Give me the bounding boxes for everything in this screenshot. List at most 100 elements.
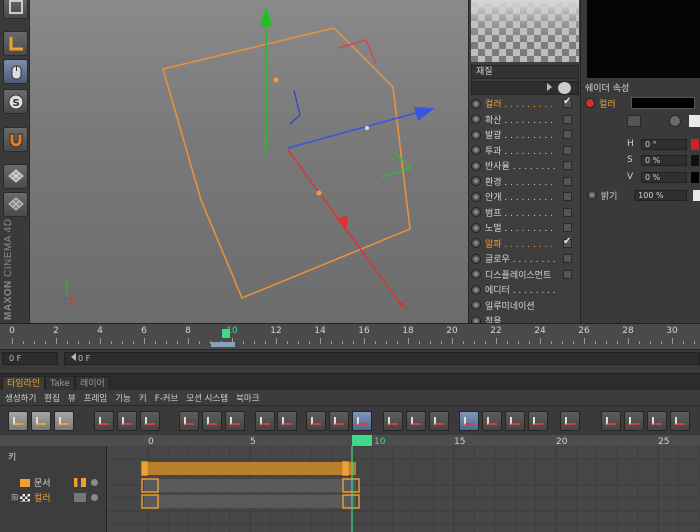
sync-button[interactable]: [670, 411, 690, 431]
menu-item[interactable]: 프레임: [84, 392, 107, 404]
color-picker-icon[interactable]: [627, 115, 641, 127]
record-key-button[interactable]: [179, 411, 199, 431]
auto-tangent-button[interactable]: [560, 411, 580, 431]
ease-in-button[interactable]: [383, 411, 403, 431]
edge-handle[interactable]: [316, 190, 322, 196]
track-dot-icon[interactable]: [91, 479, 98, 486]
brightness-slider[interactable]: [693, 189, 700, 201]
track-dot-icon[interactable]: [91, 494, 98, 501]
channel-checkbox[interactable]: [563, 114, 572, 124]
ruler-playhead[interactable]: [222, 329, 230, 338]
menu-item[interactable]: 키: [139, 392, 147, 404]
channel-radio-icon[interactable]: [471, 253, 481, 264]
overshoot-button[interactable]: [624, 411, 644, 431]
channel-row[interactable]: 디스플레이스먼트: [469, 267, 581, 282]
channel-radio-icon[interactable]: [471, 145, 481, 155]
channel-radio-icon[interactable]: [471, 284, 481, 295]
channel-radio-icon[interactable]: [471, 129, 481, 140]
saturation-slider[interactable]: [691, 154, 699, 166]
channel-radio-icon[interactable]: [471, 114, 481, 124]
timeline-tab[interactable]: Take: [45, 376, 75, 391]
material-name-field[interactable]: 재질: [471, 65, 579, 79]
channel-checkbox[interactable]: [563, 145, 572, 155]
channel-checkbox[interactable]: [563, 161, 572, 170]
color-swatch[interactable]: [631, 97, 695, 109]
channel-radio-icon[interactable]: [471, 98, 481, 109]
menu-item[interactable]: 북마크: [236, 392, 259, 404]
value-slider[interactable]: [691, 171, 699, 183]
channel-row[interactable]: 발광 . . . . . . . . .: [469, 127, 581, 142]
timeline-ruler[interactable]: 0 2 4 6 8 10 12 14 16 18 20 22 24 26 28 30: [0, 323, 700, 349]
channel-radio-icon[interactable]: [471, 222, 481, 233]
channel-row[interactable]: 글로우 . . . . . . . .: [469, 251, 581, 266]
keyframe-area[interactable]: [107, 446, 700, 532]
brightness-radio-icon[interactable]: [587, 190, 597, 200]
channel-checkbox[interactable]: [563, 223, 572, 232]
workplane-grid-button[interactable]: [3, 164, 28, 189]
menu-item[interactable]: 모션 시스템: [186, 392, 228, 404]
channel-checkbox[interactable]: [563, 96, 572, 108]
track-range-bar[interactable]: [144, 462, 356, 475]
channel-checkbox[interactable]: [563, 207, 572, 217]
dopesheet-mode-button[interactable]: [54, 411, 74, 431]
track-toggle-icon[interactable]: [74, 478, 86, 487]
hue-field[interactable]: 0 °: [641, 138, 687, 150]
preview-range-marker[interactable]: [211, 342, 235, 347]
channel-row[interactable]: 안개 . . . . . . . . .: [469, 189, 581, 204]
keyframe[interactable]: [342, 461, 349, 476]
menu-item[interactable]: 기능: [115, 392, 131, 404]
expand-icon[interactable]: ⊞: [11, 493, 20, 503]
channel-checkbox[interactable]: [563, 176, 572, 186]
ease-out-button[interactable]: [406, 411, 426, 431]
ease-both-button[interactable]: [429, 411, 449, 431]
cursor-icon[interactable]: [558, 82, 571, 94]
add-key-button[interactable]: [202, 411, 222, 431]
ripple-button[interactable]: [140, 411, 160, 431]
menu-item[interactable]: 생성하기: [5, 392, 36, 404]
zero-button[interactable]: [277, 411, 297, 431]
tangent-lock-button[interactable]: [505, 411, 525, 431]
delete-key-button[interactable]: [225, 411, 245, 431]
channel-row[interactable]: 환경 . . . . . . . . .: [469, 174, 581, 189]
tangent-break-button[interactable]: [528, 411, 548, 431]
channel-row[interactable]: 확산 . . . . . . . . .: [469, 112, 581, 127]
channel-radio-icon[interactable]: [471, 300, 481, 310]
fcurve-view-button[interactable]: [94, 411, 114, 431]
z-axis-arrow[interactable]: [336, 216, 348, 231]
clamp-button[interactable]: [601, 411, 621, 431]
end-frame-field[interactable]: 0 F: [64, 352, 700, 365]
weighted-button[interactable]: [647, 411, 667, 431]
edge-handle[interactable]: [273, 77, 279, 83]
track-row-material[interactable]: ⊞ 컬러: [0, 491, 107, 504]
motion-view-button[interactable]: [117, 411, 137, 431]
channel-radio-icon[interactable]: [471, 238, 481, 248]
workplane-lock-button[interactable]: [3, 192, 28, 217]
keyframe[interactable]: [141, 461, 148, 476]
x-axis-arrow[interactable]: [414, 107, 435, 121]
timeline-tab[interactable]: 레이어: [75, 376, 110, 391]
link-button[interactable]: [255, 411, 275, 431]
menu-item[interactable]: F-커브: [155, 392, 179, 404]
menu-item[interactable]: 뷰: [68, 392, 76, 404]
shader-color-row[interactable]: 컬러: [585, 96, 700, 110]
play-triangle-icon[interactable]: [547, 83, 552, 91]
key-mode-button[interactable]: [8, 411, 28, 431]
step-interp-button[interactable]: [329, 411, 349, 431]
channel-radio-icon[interactable]: [471, 191, 481, 202]
model-tool-button[interactable]: [3, 0, 28, 19]
start-frame-field[interactable]: 0 F: [2, 352, 58, 365]
snap-button[interactable]: S: [3, 89, 28, 114]
channel-row[interactable]: 일루미네이션: [469, 298, 581, 313]
channel-row[interactable]: 범프 . . . . . . . . .: [469, 205, 581, 220]
lock-time-button[interactable]: [459, 411, 479, 431]
color-radio-icon[interactable]: [585, 98, 595, 108]
channel-row[interactable]: 에디터 . . . . . . . .: [469, 282, 581, 297]
material-preview[interactable]: [471, 0, 579, 62]
linear-interp-button[interactable]: [306, 411, 326, 431]
3d-viewport[interactable]: Y X: [30, 0, 468, 323]
channel-row[interactable]: 알파 . . . . . . . . .: [469, 236, 581, 251]
saturation-field[interactable]: 0 %: [641, 154, 687, 166]
tweak-mode-button[interactable]: [3, 59, 28, 84]
lock-value-button[interactable]: [482, 411, 502, 431]
timeline-tab[interactable]: 타임라인: [2, 376, 46, 391]
